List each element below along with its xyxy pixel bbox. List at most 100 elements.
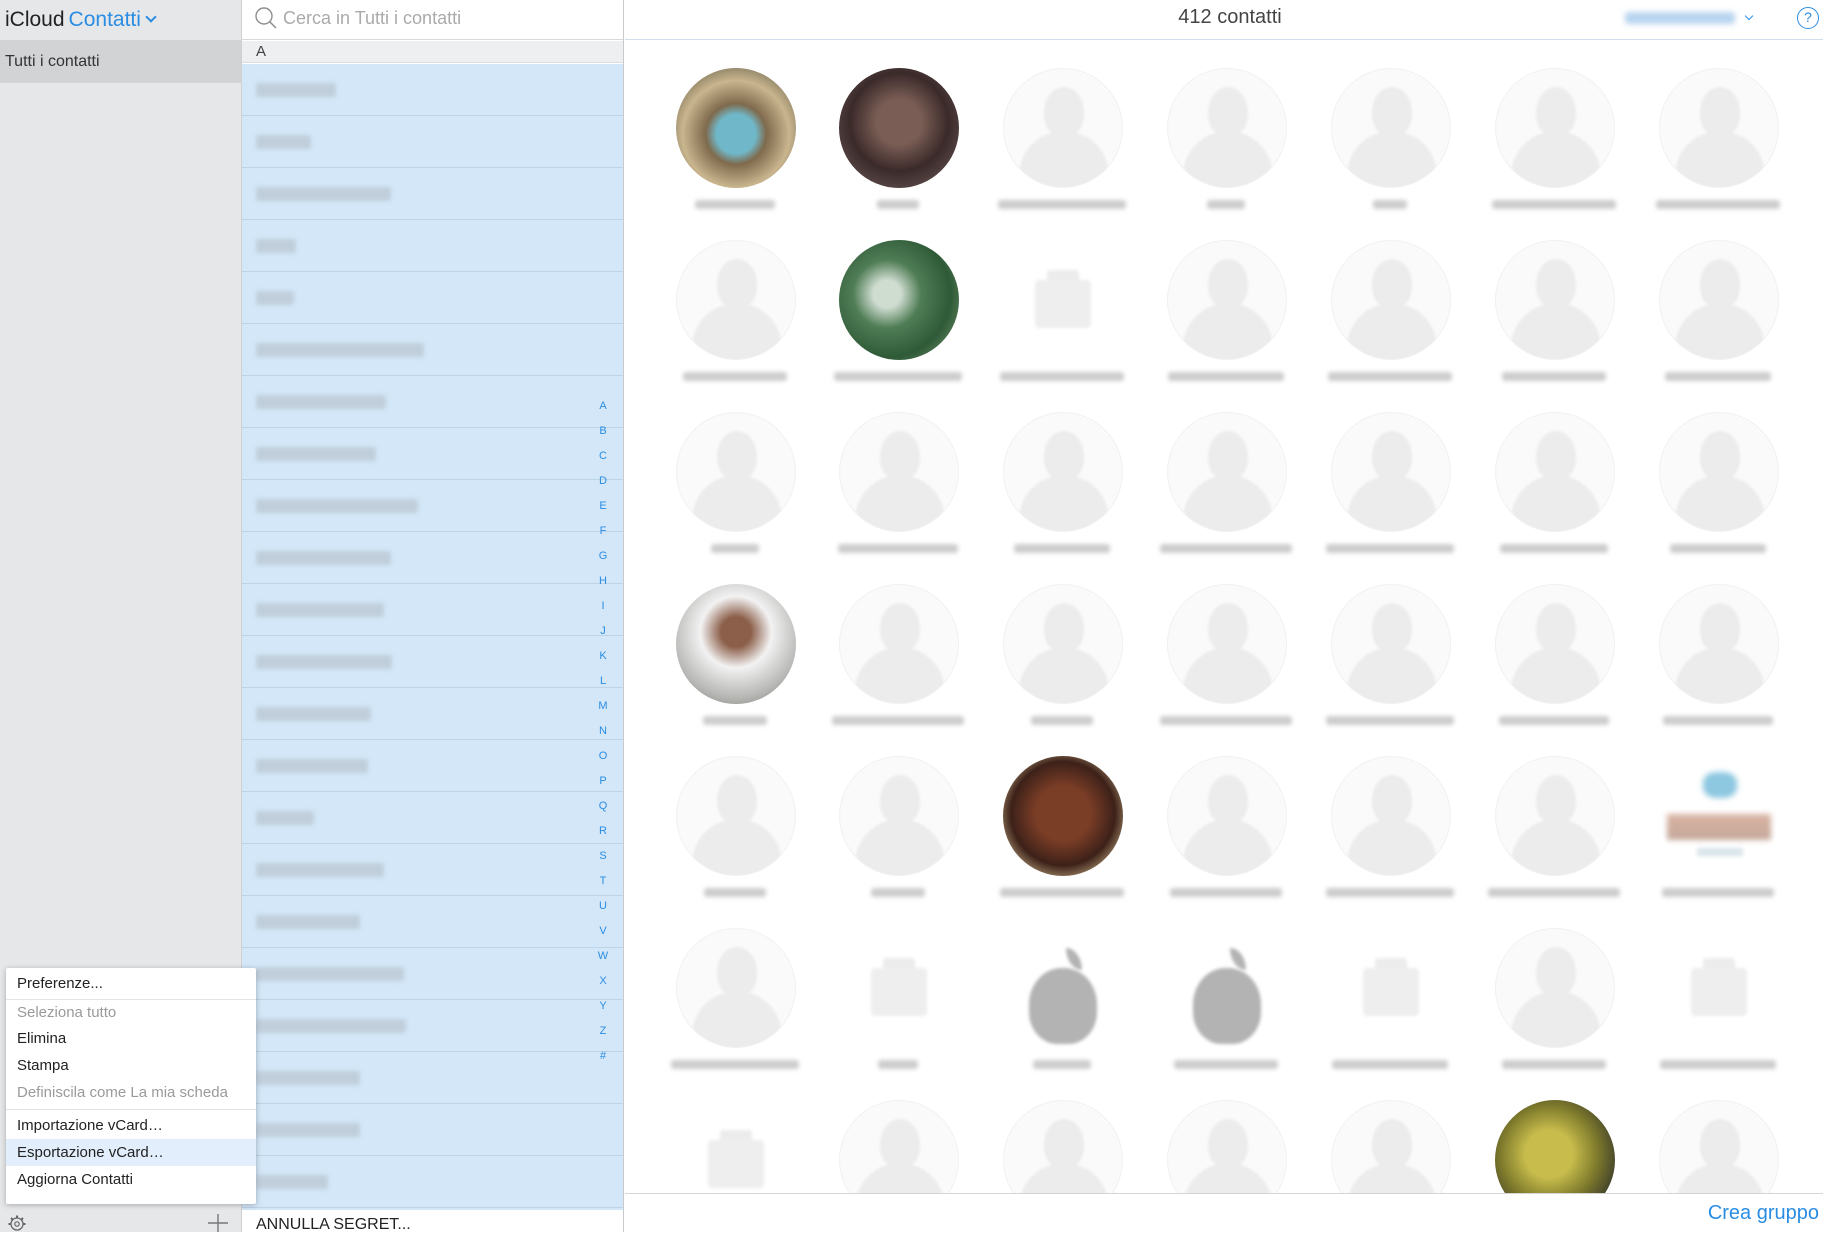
index-letter[interactable]: R bbox=[592, 819, 614, 844]
list-item[interactable] bbox=[242, 1052, 623, 1104]
list-item[interactable] bbox=[242, 324, 623, 376]
contact-card[interactable] bbox=[1648, 41, 1788, 213]
contact-card[interactable] bbox=[828, 385, 968, 557]
contact-card[interactable] bbox=[1648, 385, 1788, 557]
index-letter[interactable]: Z bbox=[592, 1019, 614, 1044]
contact-card[interactable] bbox=[1648, 557, 1788, 729]
index-letter[interactable]: U bbox=[592, 894, 614, 919]
menu-item-print[interactable]: Stampa bbox=[6, 1052, 256, 1079]
contact-card[interactable] bbox=[992, 213, 1132, 385]
contact-card[interactable] bbox=[665, 1073, 805, 1193]
index-letter[interactable]: P bbox=[592, 769, 614, 794]
menu-item-export-vcard[interactable]: Esportazione vCard… bbox=[6, 1139, 256, 1166]
index-letter[interactable]: M bbox=[592, 694, 614, 719]
list-item[interactable] bbox=[242, 272, 623, 324]
list-item[interactable] bbox=[242, 168, 623, 220]
contact-card[interactable] bbox=[992, 557, 1132, 729]
list-item[interactable] bbox=[242, 584, 623, 636]
index-letter[interactable]: E bbox=[592, 494, 614, 519]
index-letter[interactable]: T bbox=[592, 869, 614, 894]
index-letter[interactable]: F bbox=[592, 519, 614, 544]
contact-card[interactable] bbox=[665, 41, 805, 213]
list-item[interactable] bbox=[242, 1104, 623, 1156]
contact-card[interactable] bbox=[665, 385, 805, 557]
contact-card[interactable] bbox=[1484, 901, 1624, 1073]
contact-card[interactable] bbox=[828, 41, 968, 213]
contact-card[interactable] bbox=[828, 1073, 968, 1193]
contact-card[interactable] bbox=[1156, 385, 1296, 557]
list-item[interactable] bbox=[242, 688, 623, 740]
contact-card[interactable] bbox=[1320, 1073, 1460, 1193]
contact-card[interactable] bbox=[1648, 213, 1788, 385]
contact-card[interactable] bbox=[828, 901, 968, 1073]
contact-card[interactable] bbox=[992, 901, 1132, 1073]
gear-icon[interactable] bbox=[6, 1214, 28, 1232]
contact-card[interactable] bbox=[1484, 41, 1624, 213]
sidebar-item-all-contacts[interactable]: Tutti i contatti bbox=[0, 40, 241, 83]
contact-card[interactable] bbox=[1648, 729, 1788, 901]
contact-card[interactable] bbox=[992, 41, 1132, 213]
menu-item-refresh-contacts[interactable]: Aggiorna Contatti bbox=[6, 1166, 256, 1193]
list-item[interactable] bbox=[242, 844, 623, 896]
contact-card[interactable] bbox=[1156, 901, 1296, 1073]
contact-card[interactable] bbox=[992, 385, 1132, 557]
contact-card[interactable] bbox=[1320, 213, 1460, 385]
list-item[interactable] bbox=[242, 792, 623, 844]
contact-card[interactable] bbox=[1320, 385, 1460, 557]
contact-card[interactable] bbox=[992, 729, 1132, 901]
contact-card[interactable] bbox=[992, 1073, 1132, 1193]
menu-item-preferences[interactable]: Preferenze... bbox=[6, 970, 256, 997]
contact-card[interactable] bbox=[1320, 557, 1460, 729]
contact-card[interactable] bbox=[665, 729, 805, 901]
list-item[interactable] bbox=[242, 1000, 623, 1052]
list-item[interactable] bbox=[242, 740, 623, 792]
index-letter[interactable]: A bbox=[592, 394, 614, 419]
index-letter[interactable]: Q bbox=[592, 794, 614, 819]
contact-card[interactable] bbox=[1156, 729, 1296, 901]
index-letter[interactable]: B bbox=[592, 419, 614, 444]
index-letter[interactable]: X bbox=[592, 969, 614, 994]
contact-card[interactable] bbox=[665, 213, 805, 385]
contact-card[interactable] bbox=[828, 213, 968, 385]
index-letter[interactable]: W bbox=[592, 944, 614, 969]
index-letter[interactable]: H bbox=[592, 569, 614, 594]
contact-card[interactable] bbox=[1156, 41, 1296, 213]
list-item[interactable] bbox=[242, 116, 623, 168]
contact-card[interactable] bbox=[1648, 1073, 1788, 1193]
menu-item-import-vcard[interactable]: Importazione vCard… bbox=[6, 1112, 256, 1139]
contact-card[interactable] bbox=[1484, 729, 1624, 901]
search-input[interactable] bbox=[283, 6, 603, 30]
contact-card[interactable] bbox=[1484, 385, 1624, 557]
app-title[interactable]: iCloud Contatti bbox=[5, 4, 157, 36]
contact-card[interactable] bbox=[1156, 1073, 1296, 1193]
list-item[interactable] bbox=[242, 376, 623, 428]
list-item[interactable] bbox=[242, 64, 623, 116]
list-item[interactable] bbox=[242, 1156, 623, 1208]
user-menu[interactable] bbox=[1625, 8, 1760, 28]
contact-card[interactable] bbox=[1156, 213, 1296, 385]
menu-item-delete[interactable]: Elimina bbox=[6, 1025, 256, 1052]
index-letter[interactable]: C bbox=[592, 444, 614, 469]
contact-card[interactable] bbox=[1320, 901, 1460, 1073]
index-letter[interactable]: Y bbox=[592, 994, 614, 1019]
contact-card[interactable] bbox=[665, 557, 805, 729]
index-letter[interactable]: K bbox=[592, 644, 614, 669]
list-item[interactable] bbox=[242, 220, 623, 272]
index-letter[interactable]: J bbox=[592, 619, 614, 644]
contact-card[interactable] bbox=[1648, 901, 1788, 1073]
list-item[interactable] bbox=[242, 480, 623, 532]
list-item[interactable] bbox=[242, 896, 623, 948]
contact-card[interactable] bbox=[1156, 557, 1296, 729]
index-letter[interactable]: D bbox=[592, 469, 614, 494]
list-item-partial[interactable]: ANNULLA SEGRET... bbox=[242, 1210, 623, 1232]
list-item[interactable] bbox=[242, 948, 623, 1000]
list-item[interactable] bbox=[242, 636, 623, 688]
index-letter[interactable]: L bbox=[592, 669, 614, 694]
index-letter[interactable]: O bbox=[592, 744, 614, 769]
create-group-button[interactable]: Crea gruppo bbox=[1708, 1202, 1819, 1225]
index-letter[interactable]: V bbox=[592, 919, 614, 944]
contact-card[interactable] bbox=[1484, 213, 1624, 385]
list-item[interactable] bbox=[242, 428, 623, 480]
contact-card[interactable] bbox=[1484, 1073, 1624, 1193]
plus-icon[interactable] bbox=[206, 1212, 230, 1232]
